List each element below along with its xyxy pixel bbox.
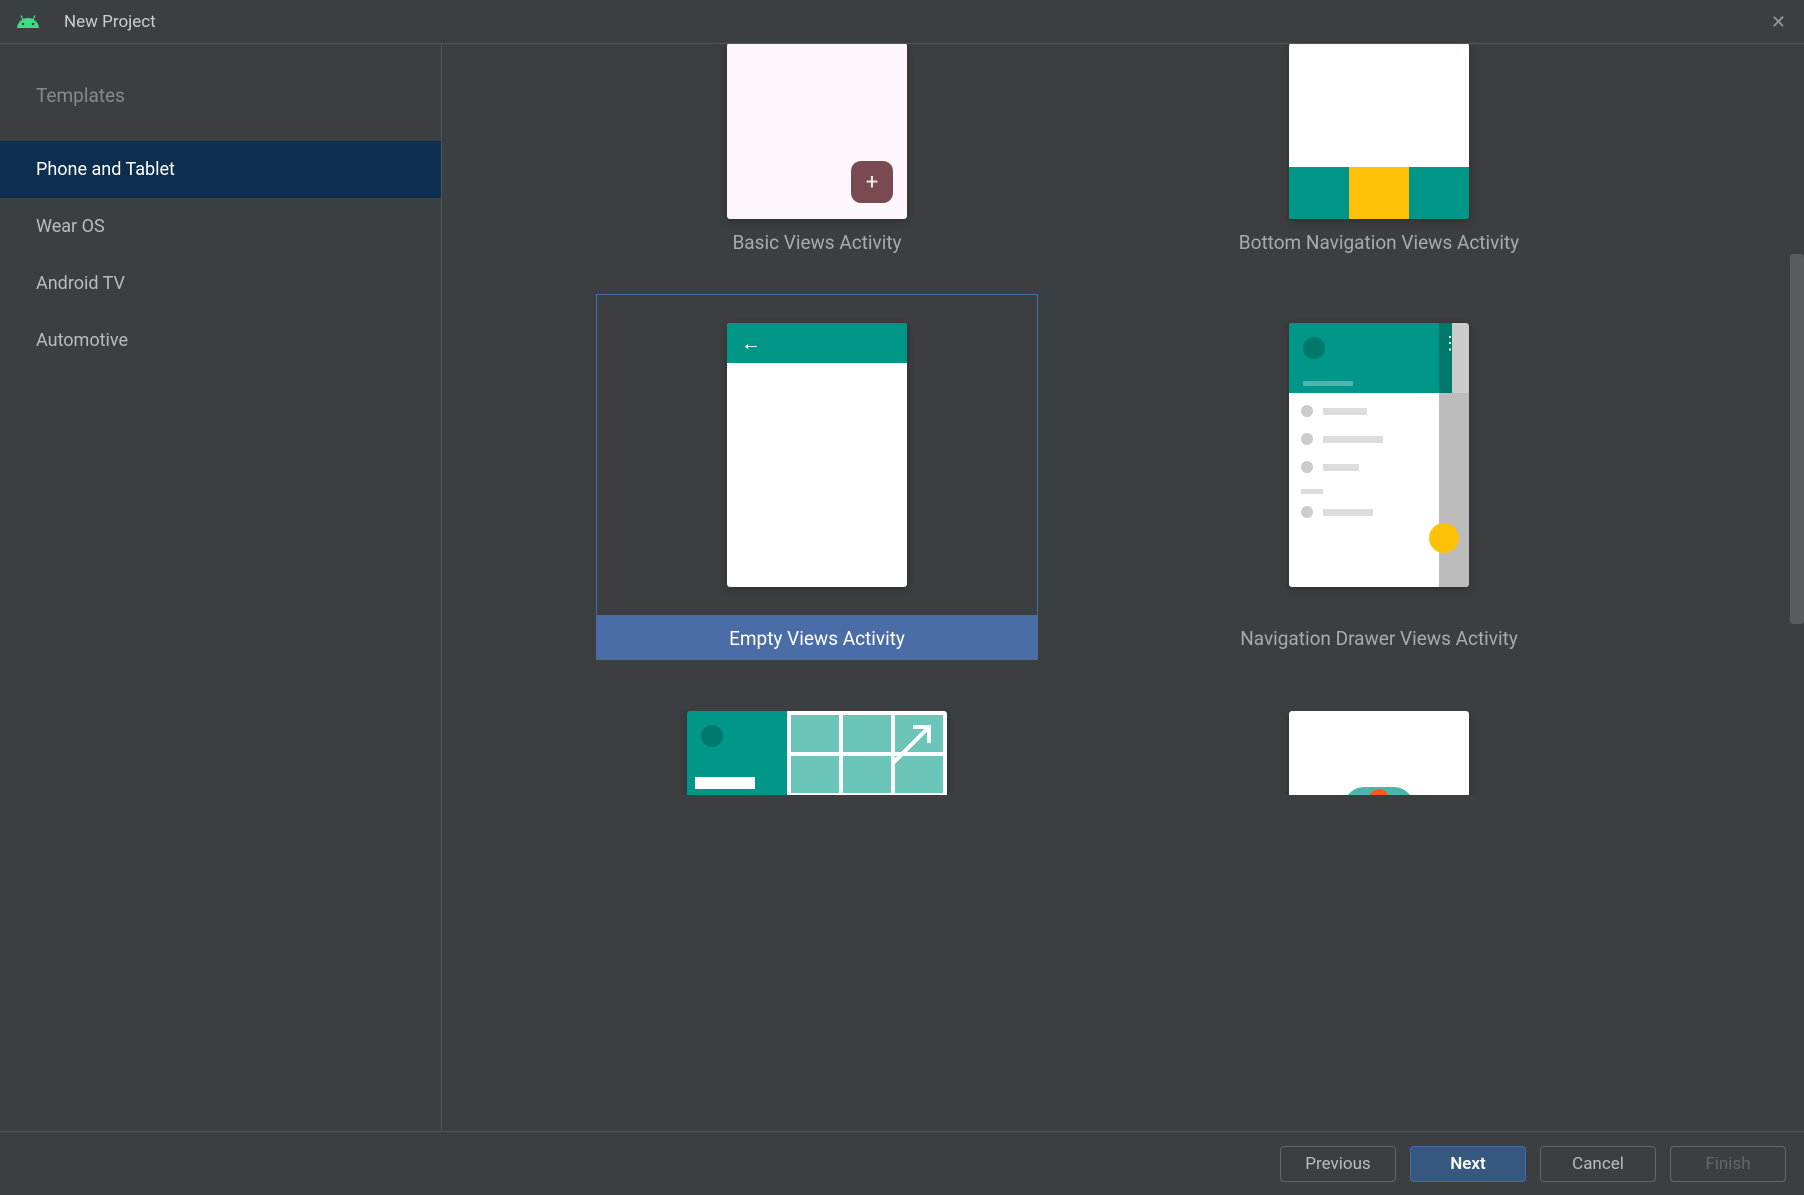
template-preview: ⋮ xyxy=(1289,323,1469,587)
previous-button[interactable]: Previous xyxy=(1280,1146,1396,1182)
template-preview xyxy=(1289,44,1469,219)
plus-icon: + xyxy=(851,161,893,203)
sidebar-header: Templates xyxy=(0,84,441,141)
scrollbar-thumb[interactable] xyxy=(1790,254,1804,624)
template-card-nav-drawer[interactable]: ⋮ Navigation Drawer xyxy=(1158,294,1600,660)
template-preview xyxy=(687,711,947,796)
template-card-basic-views[interactable]: + Basic Views Activity xyxy=(596,44,1038,264)
footer: Previous Next Cancel Finish xyxy=(0,1131,1804,1195)
template-card-bottom-nav[interactable]: Bottom Navigation Views Activity xyxy=(1158,44,1600,264)
expand-arrow-icon xyxy=(887,721,935,769)
template-content-area: + Basic Views Activity Bottom Navigati xyxy=(442,44,1804,1131)
main-area: Templates Phone and Tablet Wear OS Andro… xyxy=(0,44,1804,1131)
template-preview: ← xyxy=(727,323,907,587)
template-preview: + xyxy=(727,44,907,219)
sidebar-item-automotive[interactable]: Automotive xyxy=(0,312,441,369)
cancel-button[interactable]: Cancel xyxy=(1540,1146,1656,1182)
android-icon xyxy=(16,10,40,34)
template-label: Basic Views Activity xyxy=(596,220,1038,264)
sidebar-item-wear-os[interactable]: Wear OS xyxy=(0,198,441,255)
sidebar-item-android-tv[interactable]: Android TV xyxy=(0,255,441,312)
template-label: Empty Views Activity xyxy=(596,616,1038,660)
next-button[interactable]: Next xyxy=(1410,1146,1526,1182)
window-title: New Project xyxy=(64,12,156,32)
template-card-game[interactable] xyxy=(1158,710,1600,796)
template-label: Navigation Drawer Views Activity xyxy=(1158,616,1600,660)
template-label: Bottom Navigation Views Activity xyxy=(1158,220,1600,264)
back-arrow-icon: ← xyxy=(741,331,761,356)
template-preview xyxy=(1289,711,1469,796)
sidebar: Templates Phone and Tablet Wear OS Andro… xyxy=(0,44,442,1131)
finish-button: Finish xyxy=(1670,1146,1786,1182)
title-bar: New Project ✕ xyxy=(0,0,1804,44)
template-card-empty-views[interactable]: ← Empty Views Activity xyxy=(596,294,1038,660)
kebab-icon: ⋮ xyxy=(1441,333,1459,354)
close-icon[interactable]: ✕ xyxy=(1771,12,1786,33)
sidebar-item-phone-tablet[interactable]: Phone and Tablet xyxy=(0,141,441,198)
template-card-responsive[interactable] xyxy=(596,710,1038,796)
